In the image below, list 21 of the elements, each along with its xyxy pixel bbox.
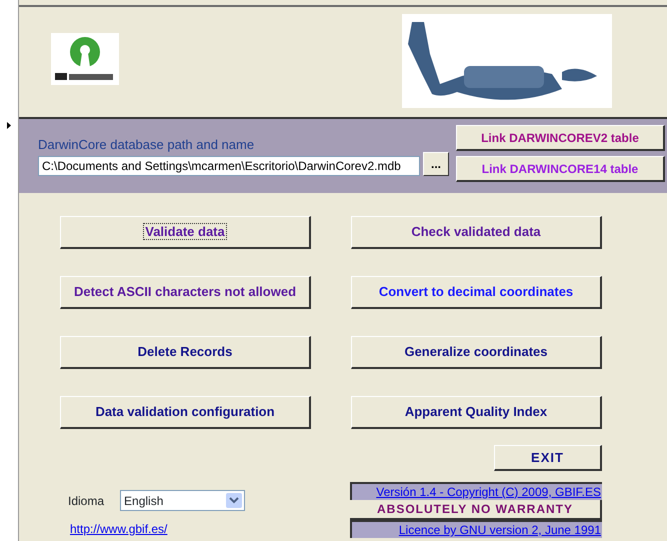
browse-button[interactable]: ... [423, 152, 449, 176]
action-button[interactable]: Generalize coordinates [351, 336, 602, 369]
language-dropdown[interactable]: English [120, 490, 246, 511]
language-label: Idioma [68, 492, 104, 510]
link-table-button[interactable]: Link DARWINCORE14 table [456, 156, 665, 182]
action-button[interactable]: Detect ASCII characters not allowed [60, 276, 311, 309]
action-button[interactable]: Validate data [60, 216, 311, 249]
field-label: DarwinCore database path and name [38, 137, 256, 152]
database-path-field[interactable]: C:\Documents and Settings\mcarmen\Escritorio\DarwinCorev2.mdb [38, 156, 420, 176]
warranty-notice: ABSOLUTELY NO WARRANTY [350, 500, 602, 520]
action-button[interactable]: Apparent Quality Index [351, 396, 602, 429]
link-table-button[interactable]: Link DARWINCOREV2 table [456, 125, 665, 151]
record-selector-icon [7, 122, 11, 129]
version-link[interactable]: Versión 1.4 - Copyright (C) 2009, GBIF.ES [350, 482, 602, 500]
website-link[interactable]: http://www.gbif.es/ [70, 520, 168, 538]
action-button[interactable]: Check validated data [351, 216, 602, 249]
action-button[interactable]: Data validation configuration [60, 396, 311, 429]
licence-link[interactable]: Licence by GNU version 2, June 1991 [350, 520, 602, 538]
action-button[interactable]: Delete Records [60, 336, 311, 369]
exit-button[interactable]: EXIT [494, 445, 602, 471]
action-button[interactable]: Convert to decimal coordinates [351, 276, 602, 309]
